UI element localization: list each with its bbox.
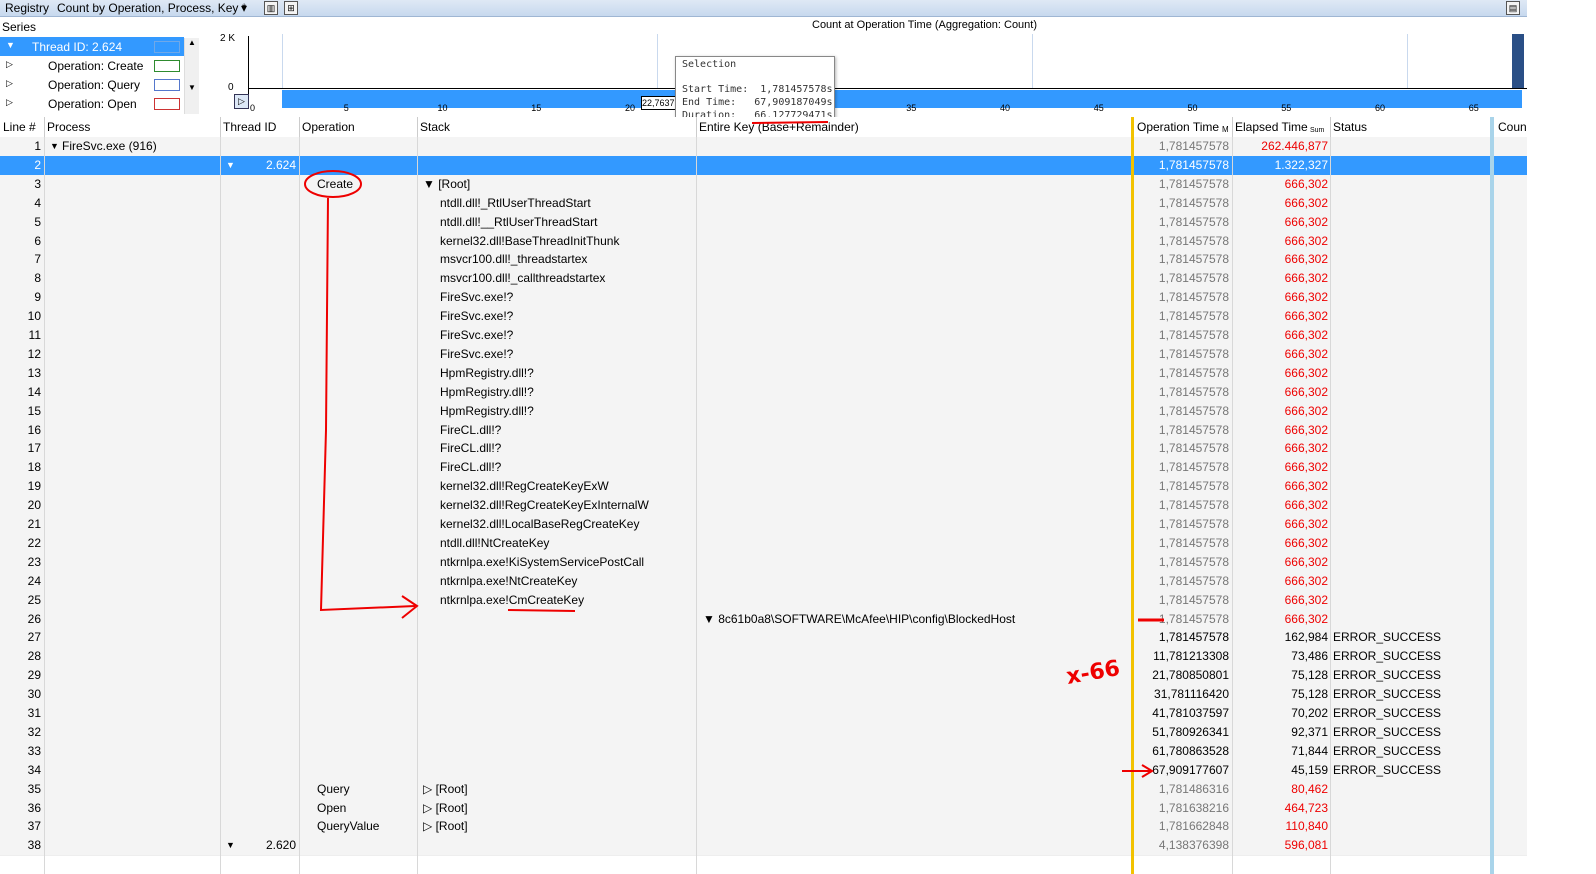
- annotation-overlay: x-66: [304, 121, 1164, 778]
- circle-annotation: [304, 170, 362, 198]
- duration-underline: [751, 121, 829, 124]
- underline-annotation: [507, 609, 576, 612]
- handwritten-note: x-66: [1064, 656, 1121, 690]
- arrow-annotation: [1122, 764, 1154, 778]
- arrow-annotation: [319, 197, 416, 612]
- right-margin: [1527, 0, 1596, 874]
